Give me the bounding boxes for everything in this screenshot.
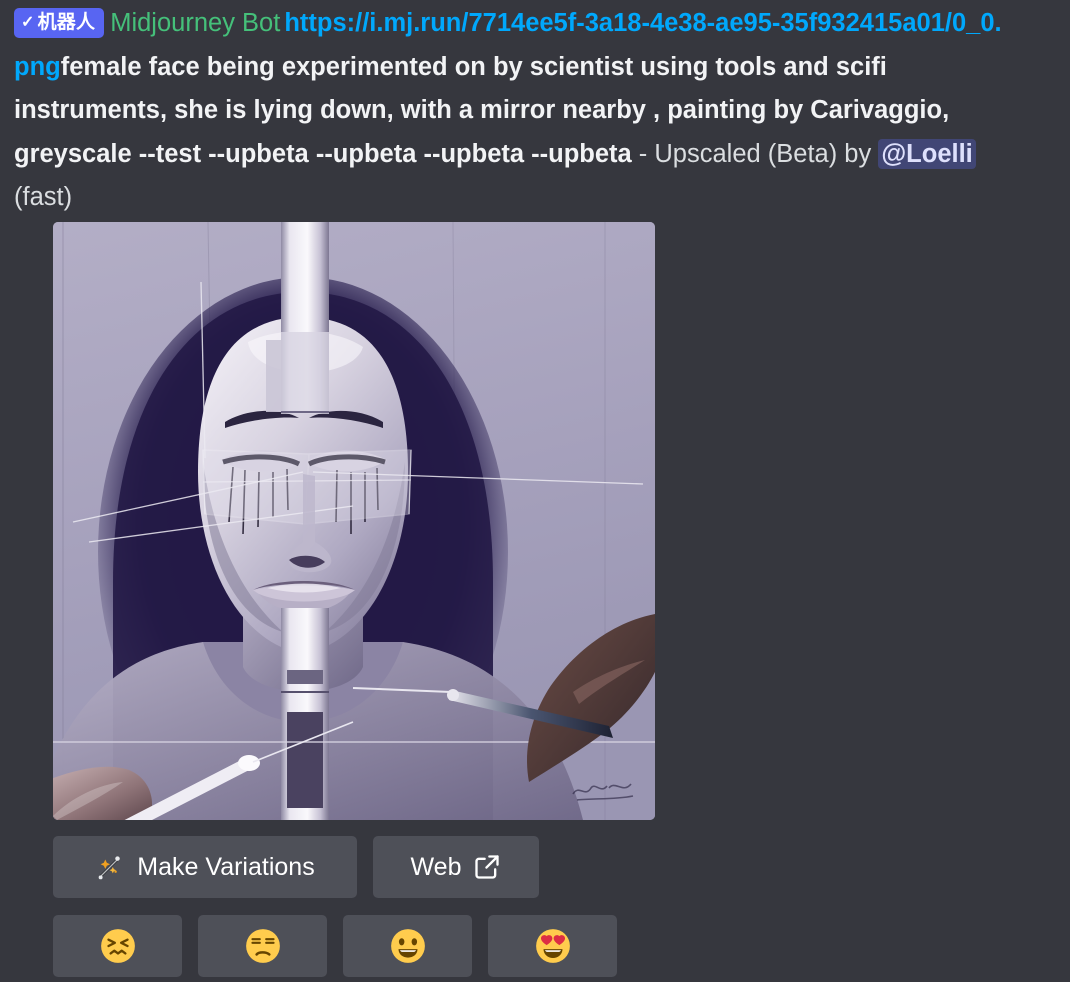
bot-badge: ✓ 机器人 [14, 8, 105, 38]
web-button[interactable]: Web [373, 836, 539, 898]
separator-text: - [631, 139, 655, 168]
message-body: ✓ 机器人 Midjourney Bot https://i.mj.run/7714e… [14, 2, 1004, 220]
web-button-label: Web [410, 852, 462, 881]
message-content: ✓ 机器人 Midjourney Bot https://i.mj.run/7714e… [14, 2, 1004, 220]
emoji-reaction-buttons [53, 915, 617, 977]
grinning-face-reaction-button[interactable] [343, 915, 472, 977]
make-variations-label: Make Variations [137, 852, 315, 881]
speed-label: (fast) [14, 183, 73, 211]
generated-image-attachment[interactable] [53, 222, 655, 820]
verified-check-icon: ✓ [21, 14, 35, 31]
user-mention[interactable]: @Loelli [878, 138, 976, 169]
unamused-face-reaction-button[interactable] [198, 915, 327, 977]
external-link-icon [473, 853, 501, 881]
confounded-face-reaction-button[interactable] [53, 915, 182, 977]
smiling-face-with-hearts-reaction-button[interactable] [488, 915, 617, 977]
make-variations-button[interactable]: Make Variations [53, 836, 357, 898]
discord-message-view: ✓ 机器人 Midjourney Bot https://i.mj.run/7714e… [0, 0, 1070, 982]
grinning-face-emoji [389, 927, 427, 965]
magic-wand-icon [95, 852, 125, 882]
job-type-text: Upscaled (Beta) by [654, 139, 879, 168]
confounded-face-emoji [99, 927, 137, 965]
smiling-face-with-hearts-emoji [534, 927, 572, 965]
message-action-buttons: Make Variations Web [53, 836, 539, 898]
unamused-face-emoji [244, 927, 282, 965]
message-author-name[interactable]: Midjourney Bot [110, 9, 280, 37]
bot-badge-label: 机器人 [37, 12, 96, 33]
